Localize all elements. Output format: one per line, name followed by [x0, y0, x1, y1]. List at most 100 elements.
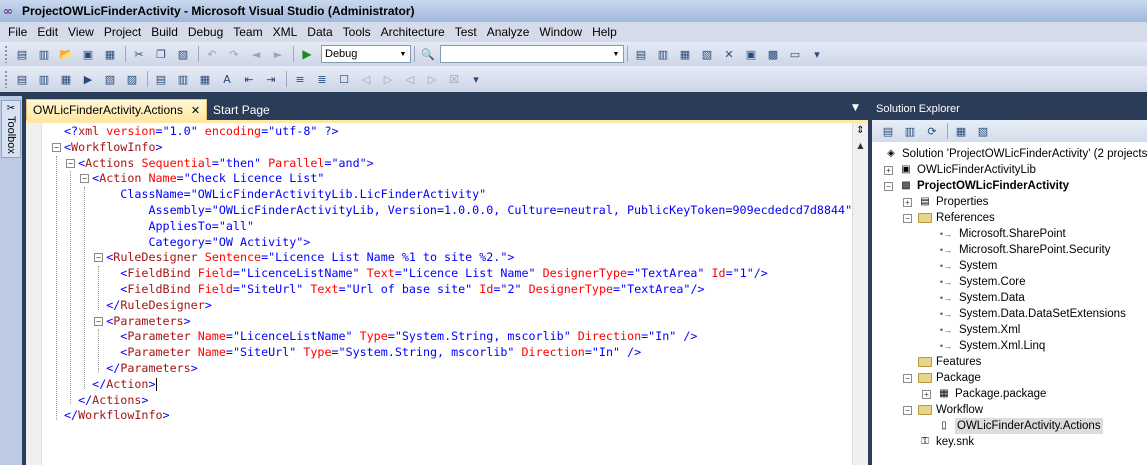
start-page-icon[interactable]: ▣ — [741, 45, 761, 63]
tree-item[interactable]: − References — [903, 210, 995, 226]
menu-window[interactable]: Window — [534, 22, 587, 42]
debug-xslt-icon[interactable]: ▶ — [78, 70, 98, 88]
toolbar-options-icon[interactable]: ▾ — [807, 45, 827, 63]
view-code-icon[interactable]: ▦ — [951, 122, 971, 140]
code-line[interactable]: <WorkflowInfo> − — [42, 140, 852, 156]
tree-item[interactable]: •→ System.Data — [922, 290, 1025, 306]
comment-out-icon[interactable]: ≡ — [290, 70, 310, 88]
show-all-files-icon[interactable]: ▥ — [900, 122, 920, 140]
collapse-region-icon[interactable]: − — [80, 174, 89, 184]
code-area[interactable]: <?xml version="1.0" encoding="utf-8" ?> <… — [42, 124, 852, 464]
copy-icon[interactable]: ❐ — [151, 45, 171, 63]
start-debugging-icon[interactable]: ▶ — [297, 45, 317, 63]
collapse-region-icon[interactable]: − — [52, 142, 61, 152]
code-line[interactable]: </RuleDesigner> — [42, 298, 852, 314]
collapse-icon[interactable]: − — [903, 373, 912, 383]
tree-item[interactable]: •→ System.Xml.Linq — [922, 338, 1045, 354]
navigate-forward-icon[interactable]: ► — [268, 45, 288, 63]
undo-icon[interactable]: ↶ — [202, 45, 222, 63]
menu-file[interactable]: File — [3, 22, 32, 42]
tree-item[interactable]: •→ System.Data.DataSetExtensions — [922, 306, 1126, 322]
menu-analyze[interactable]: Analyze — [482, 22, 535, 42]
tree-item[interactable]: ⚿ key.snk — [903, 434, 974, 450]
code-line[interactable]: </Parameters> — [42, 361, 852, 377]
tree-item[interactable]: Features — [903, 354, 981, 370]
expand-icon[interactable]: + — [903, 197, 912, 207]
properties-icon[interactable]: ▤ — [878, 122, 898, 140]
code-line[interactable]: AppliesTo="all" — [42, 219, 852, 235]
code-line[interactable]: <RuleDesigner Sentence="Licence List Nam… — [42, 250, 852, 266]
tree-item[interactable]: •→ System.Xml — [922, 322, 1020, 338]
refresh-icon[interactable]: ⟳ — [922, 122, 942, 140]
collapse-icon[interactable]: − — [884, 181, 893, 191]
increase-indent-icon[interactable]: ⇥ — [261, 70, 281, 88]
display-parameter-info-icon[interactable]: ▥ — [173, 70, 193, 88]
code-line[interactable]: <Parameter Name="SiteUrl" Type="System.S… — [42, 345, 852, 361]
code-line[interactable]: <Actions Sequential="then" Parallel="and… — [42, 156, 852, 172]
menu-data[interactable]: Data — [302, 22, 337, 42]
expand-icon[interactable]: + — [884, 165, 893, 175]
active-files-dropdown-icon[interactable]: ▼ — [852, 103, 859, 113]
code-line[interactable]: Category="OW Activity"> — [42, 235, 852, 251]
menu-architecture[interactable]: Architecture — [376, 22, 450, 42]
xml-settings-icon[interactable]: ▧ — [100, 70, 120, 88]
menu-tools[interactable]: Tools — [338, 22, 376, 42]
menu-test[interactable]: Test — [450, 22, 482, 42]
tree-item[interactable]: •→ Microsoft.SharePoint — [922, 226, 1066, 242]
collapse-region-icon[interactable]: − — [66, 158, 75, 168]
redo-icon[interactable]: ↷ — [224, 45, 244, 63]
save-icon[interactable]: ▣ — [78, 45, 98, 63]
menu-xml[interactable]: XML — [268, 22, 303, 42]
previous-bookmark-icon[interactable]: ◁ — [356, 70, 376, 88]
code-line[interactable]: </Action> — [42, 377, 852, 393]
properties-window-icon[interactable]: ▥ — [653, 45, 673, 63]
command-window-icon[interactable]: ▭ — [785, 45, 805, 63]
complete-word-icon[interactable]: A — [217, 70, 237, 88]
previous-bookmark-in-folder-icon[interactable]: ◁ — [400, 70, 420, 88]
tree-item[interactable]: − Workflow — [903, 402, 983, 418]
object-browser-icon[interactable]: ▦ — [675, 45, 695, 63]
xml-validate-icon[interactable]: ▨ — [122, 70, 142, 88]
code-line[interactable]: <?xml version="1.0" encoding="utf-8" ?> — [42, 124, 852, 140]
collapse-icon[interactable]: − — [903, 213, 912, 223]
code-line[interactable]: </WorkflowInfo> — [42, 408, 852, 424]
tree-item[interactable]: + ▤ Properties — [903, 194, 988, 210]
navigate-backward-icon[interactable]: ◄ — [246, 45, 266, 63]
menu-view[interactable]: View — [63, 22, 99, 42]
collapse-icon[interactable]: − — [903, 405, 912, 415]
next-bookmark-in-folder-icon[interactable]: ▷ — [422, 70, 442, 88]
menu-project[interactable]: Project — [99, 22, 146, 42]
paste-icon[interactable]: ▧ — [173, 45, 193, 63]
tree-item[interactable]: •→ System.Core — [922, 274, 1026, 290]
code-line[interactable]: <FieldBind Field="LicenceListName" Text=… — [42, 266, 852, 282]
split-window-icon[interactable]: ⇕ — [853, 123, 868, 137]
collapse-region-icon[interactable]: − — [94, 253, 103, 263]
toolbar-grip[interactable] — [4, 70, 8, 88]
code-line[interactable]: </Actions> — [42, 393, 852, 409]
decrease-indent-icon[interactable]: ⇤ — [239, 70, 259, 88]
toolbox-tab[interactable]: ✂ Toolbox — [1, 100, 21, 158]
create-schema-icon[interactable]: ▥ — [34, 70, 54, 88]
code-editor[interactable]: <?xml version="1.0" encoding="utf-8" ?> <… — [26, 120, 868, 465]
code-line[interactable]: <Parameters> − — [42, 314, 852, 330]
add-item-icon[interactable]: ▥ — [34, 45, 54, 63]
find-in-files-icon[interactable]: 🔍 — [418, 45, 438, 63]
tree-item[interactable]: + ▦ Package.package — [922, 386, 1046, 402]
toolbar-options-icon[interactable]: ▾ — [466, 70, 486, 88]
expand-icon[interactable]: + — [922, 389, 931, 399]
tree-item[interactable]: •→ System — [922, 258, 997, 274]
tree-item[interactable]: ▯ OWLicFinderActivity.Actions — [922, 418, 1103, 434]
menu-help[interactable]: Help — [587, 22, 622, 42]
toggle-bookmark-icon[interactable]: ☐ — [334, 70, 354, 88]
tab-owlicfinderactivity-actions[interactable]: OWLicFinderActivity.Actions ✕ — [26, 99, 208, 120]
clear-bookmarks-icon[interactable]: ☒ — [444, 70, 464, 88]
toolbar-grip[interactable] — [4, 45, 8, 63]
other-windows-icon[interactable]: ▩ — [763, 45, 783, 63]
save-all-icon[interactable]: ▦ — [100, 45, 120, 63]
display-object-member-list-icon[interactable]: ▤ — [151, 70, 171, 88]
cut-icon[interactable]: ✂ — [129, 45, 149, 63]
collapse-region-icon[interactable]: − — [94, 316, 103, 326]
tree-item[interactable]: + ▣ OWLicFinderActivityLib — [884, 162, 1036, 178]
tree-item[interactable]: •→ Microsoft.SharePoint.Security — [922, 242, 1111, 258]
tree-item[interactable]: − ▩ ProjectOWLicFinderActivity — [884, 178, 1069, 194]
